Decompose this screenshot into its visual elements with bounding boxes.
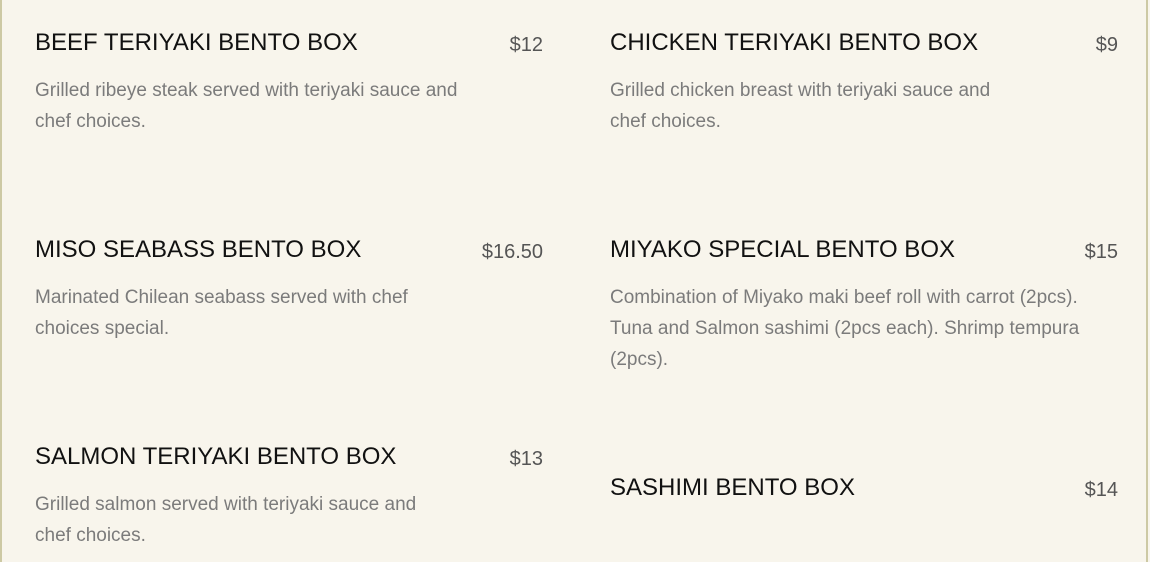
menu-item-name: BEEF TERIYAKI BENTO BOX [35,29,358,56]
menu-item-salmon-teriyaki: SALMON TERIYAKI BENTO BOX $13 Grilled sa… [35,443,543,553]
menu-item-name: SASHIMI BENTO BOX [610,474,855,501]
menu-item-description: Combination of Miyako maki beef roll wit… [610,287,1080,370]
menu-item-description: Grilled ribeye steak served with teriyak… [35,80,458,132]
menu-item-price: $12 [509,34,543,56]
menu-item-name: MISO SEABASS BENTO BOX [35,236,362,263]
menu-panel: BEEF TERIYAKI BENTO BOX $12 Grilled ribe… [0,0,1148,562]
menu-item-chicken-teriyaki: CHICKEN TERIYAKI BENTO BOX $9 Grilled ch… [610,29,1118,139]
menu-item-beef-teriyaki: BEEF TERIYAKI BENTO BOX $12 Grilled ribe… [35,29,543,139]
menu-item-miyako-special: MIYAKO SPECIAL BENTO BOX $15 Combination… [610,236,1118,376]
menu-item-price: $9 [1095,34,1118,56]
menu-item-name: SALMON TERIYAKI BENTO BOX [35,443,397,470]
menu-item-price: $15 [1084,241,1118,263]
menu-item-price: $14 [1084,479,1118,501]
menu-item-name: CHICKEN TERIYAKI BENTO BOX [610,29,979,56]
menu-item-description: Grilled chicken breast with teriyaki sau… [610,80,991,132]
menu-item-price: $13 [509,448,543,470]
menu-item-description: Marinated Chilean seabass served with ch… [35,287,408,339]
menu-item-name: MIYAKO SPECIAL BENTO BOX [610,236,955,263]
menu-item-description: Grilled salmon served with teriyaki sauc… [35,494,417,546]
menu-item-sashimi: SASHIMI BENTO BOX $14 [610,474,1118,514]
menu-item-price: $16.50 [481,241,543,263]
menu-item-miso-seabass: MISO SEABASS BENTO BOX $16.50 Marinated … [35,236,543,346]
